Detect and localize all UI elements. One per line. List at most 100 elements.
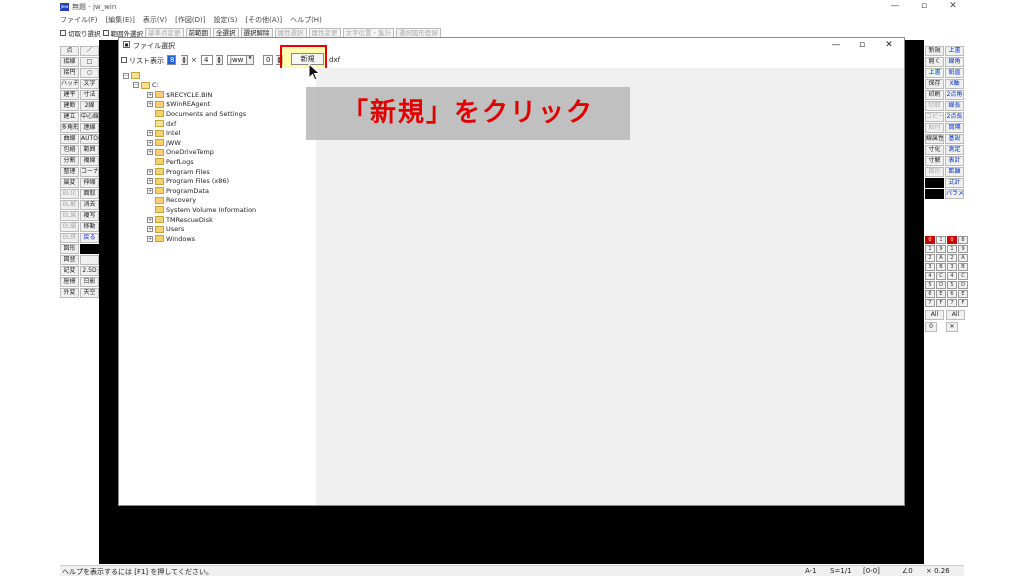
layer-button[interactable]: 8: [958, 236, 968, 244]
layer-button[interactable]: 4: [947, 272, 957, 280]
status-scale[interactable]: S=1/1: [830, 567, 852, 575]
expand-icon[interactable]: +: [147, 139, 153, 146]
tree-item[interactable]: System Volume Information: [147, 205, 256, 214]
tree-item[interactable]: + TMRescueDisk: [147, 215, 213, 224]
layer-button[interactable]: 6: [925, 290, 935, 298]
tool-button[interactable]: 切取: [925, 101, 944, 111]
tool-button[interactable]: パラメ: [945, 189, 964, 199]
columns-input[interactable]: 8: [167, 55, 176, 65]
layer-button[interactable]: 0: [947, 236, 957, 244]
tool-button[interactable]: 2点長: [945, 112, 964, 122]
tool-button[interactable]: [925, 178, 944, 188]
tool-button[interactable]: 寸化: [925, 145, 944, 155]
tree-item[interactable]: + ProgramData: [147, 186, 209, 195]
layer-button[interactable]: 5: [947, 281, 957, 289]
tree-item[interactable]: + Program Files: [147, 167, 210, 176]
tool-button[interactable]: [80, 255, 99, 265]
layer-button[interactable]: E: [936, 290, 946, 298]
tool-button[interactable]: BL属: [60, 211, 79, 221]
expand-icon[interactable]: +: [147, 178, 153, 185]
tool-button[interactable]: 保存: [925, 79, 944, 89]
restore-button[interactable]: ▫: [913, 1, 935, 12]
columns-spinner[interactable]: ▲ ▼: [181, 55, 188, 65]
tool-button[interactable]: 図形: [925, 167, 944, 177]
expand-icon[interactable]: +: [147, 216, 153, 223]
layer-button[interactable]: 3: [925, 263, 935, 271]
tool-button[interactable]: 2線: [80, 101, 99, 111]
menu-item[interactable]: [作図(D)]: [175, 14, 205, 26]
tool-button[interactable]: 連線: [80, 123, 99, 133]
tool-button[interactable]: 範囲: [80, 145, 99, 155]
layer-button[interactable]: C: [958, 272, 968, 280]
expand-icon[interactable]: +: [147, 149, 153, 156]
tool-button[interactable]: 鉛直: [945, 68, 964, 78]
tool-button[interactable]: 開く: [925, 57, 944, 67]
tree-item[interactable]: + Program Files (x86): [147, 177, 229, 186]
tree-item[interactable]: + $WinREAgent: [147, 100, 210, 109]
tool-button[interactable]: 点: [60, 46, 79, 56]
layer-button[interactable]: C: [936, 272, 946, 280]
dialog-close-button[interactable]: ✕: [876, 39, 902, 51]
folder-tree[interactable]: − − C: + $RECYCLE.BIN + $WinREAgent Documents a…: [119, 68, 316, 505]
tool-button[interactable]: 座標: [60, 277, 79, 287]
tool-button[interactable]: 線属性: [925, 134, 944, 144]
tool-button[interactable]: 移動: [80, 222, 99, 232]
tree-item[interactable]: + Intel: [147, 129, 180, 138]
status-angle[interactable]: ∠0: [902, 567, 913, 575]
layer-button[interactable]: 4: [925, 272, 935, 280]
layer-button[interactable]: 2: [947, 254, 957, 262]
tree-item[interactable]: dxf: [147, 119, 176, 128]
tool-button[interactable]: 基設: [945, 134, 964, 144]
minimize-button[interactable]: —: [884, 1, 906, 12]
tool-button[interactable]: □: [80, 57, 99, 67]
layer-button[interactable]: 9: [936, 245, 946, 253]
rows-input[interactable]: 4: [201, 55, 213, 65]
tool-button[interactable]: 建平: [60, 90, 79, 100]
tool-button[interactable]: 文字: [80, 79, 99, 89]
collapse-icon[interactable]: −: [133, 82, 139, 89]
tool-button[interactable]: BL終: [60, 233, 79, 243]
status-layer[interactable]: [0-0]: [863, 567, 880, 575]
tool-button[interactable]: 建断: [60, 101, 79, 111]
tool-button[interactable]: AUTO: [80, 134, 99, 144]
tool-button[interactable]: ハッチ: [60, 79, 79, 89]
tree-item[interactable]: + OneDriveTemp: [147, 148, 214, 157]
tool-button[interactable]: コピー: [925, 112, 944, 122]
tree-item[interactable]: PerfLogs: [147, 157, 194, 166]
tool-button[interactable]: 曲線: [60, 134, 79, 144]
tool-button[interactable]: 間隔: [945, 123, 964, 133]
tool-button[interactable]: 包絡: [60, 145, 79, 155]
dialog-minimize-button[interactable]: —: [823, 39, 849, 51]
tree-item[interactable]: −: [123, 71, 142, 80]
tool-button[interactable]: 日影: [80, 277, 99, 287]
collapse-icon[interactable]: −: [123, 72, 129, 79]
tool-button[interactable]: 接線: [60, 57, 79, 67]
expand-icon[interactable]: +: [147, 101, 153, 108]
tool-button[interactable]: 複写: [80, 211, 99, 221]
tool-button[interactable]: 2.5D: [80, 266, 99, 276]
menu-item[interactable]: ヘルプ(H): [290, 14, 322, 26]
layer-button[interactable]: 1: [925, 245, 935, 253]
layer-button[interactable]: 7: [925, 299, 935, 307]
expand-icon[interactable]: +: [147, 168, 153, 175]
layer-button[interactable]: 1: [947, 245, 957, 253]
layer-button[interactable]: 0: [925, 236, 935, 244]
tool-button[interactable]: BL化: [60, 189, 79, 199]
range-outside-checkbox[interactable]: [102, 30, 109, 36]
tool-button[interactable]: 多角形: [60, 123, 79, 133]
tool-button[interactable]: 距離: [945, 167, 964, 177]
layer-button[interactable]: 1: [936, 236, 946, 244]
tool-button[interactable]: BL解: [60, 200, 79, 210]
tool-button[interactable]: 天空: [80, 288, 99, 298]
tool-button[interactable]: 印刷: [925, 90, 944, 100]
layer-number-button[interactable]: 0: [925, 322, 937, 332]
layer-button[interactable]: 3: [947, 263, 957, 271]
expand-icon[interactable]: +: [147, 130, 153, 137]
layer-button[interactable]: D: [958, 281, 968, 289]
tree-item[interactable]: + Windows: [147, 234, 195, 243]
tool-button[interactable]: 2点角: [945, 90, 964, 100]
expand-icon[interactable]: +: [147, 91, 153, 98]
layer-button[interactable]: 5: [925, 281, 935, 289]
tree-item[interactable]: + JWW: [147, 138, 181, 147]
list-view-checkbox[interactable]: [121, 57, 127, 63]
